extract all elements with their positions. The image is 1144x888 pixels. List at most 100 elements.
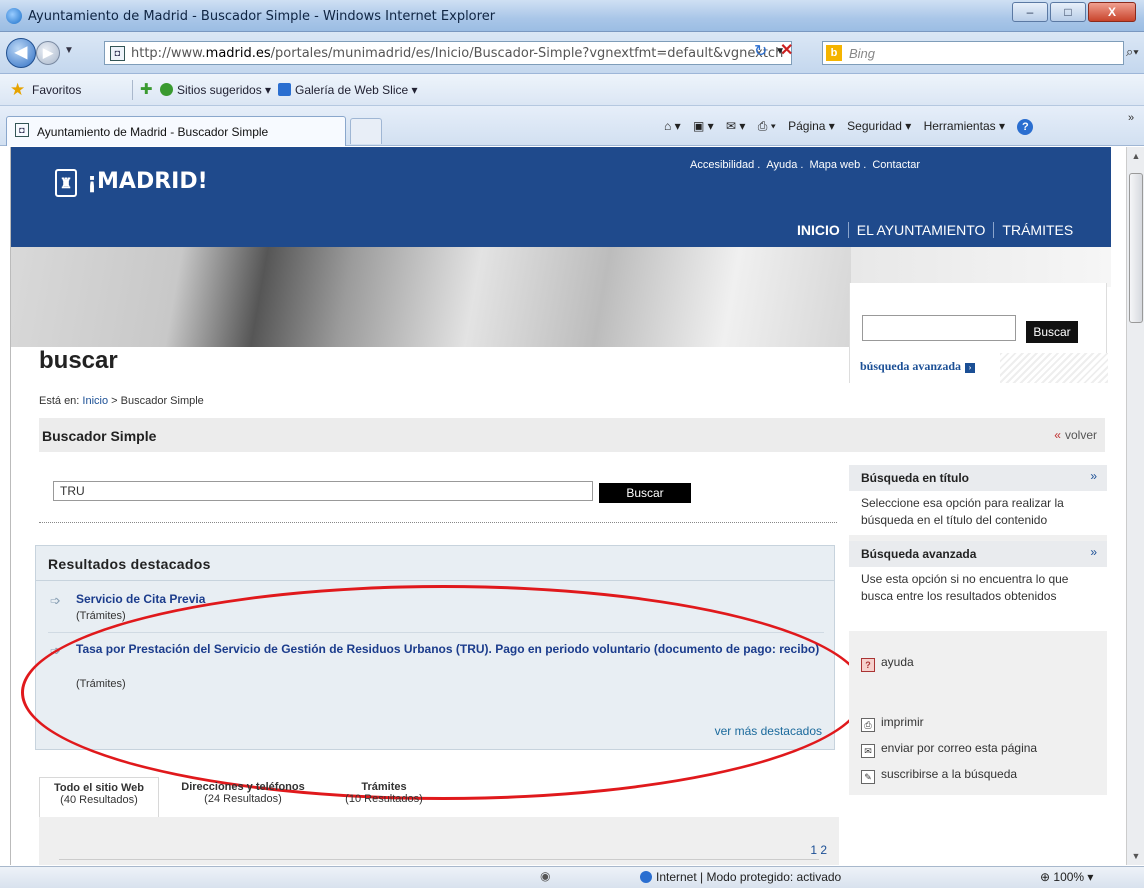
help-link[interactable]: ? ayuda [861,655,914,672]
tab-label: Ayuntamiento de Madrid - Buscador Simple [37,125,269,139]
advanced-search-option[interactable]: Búsqueda avanzada » Use esta opción si n… [849,541,1107,631]
results-panel: 1 2 [39,817,839,865]
favorites-star-icon[interactable]: ★ [10,80,25,100]
more-commands-icon[interactable]: » [1128,112,1134,124]
stop-icon[interactable]: ✕ [780,40,793,60]
breadcrumb: Está en: Inicio > Buscador Simple [39,395,204,407]
close-button[interactable]: X [1088,2,1136,22]
link-mapa-web[interactable]: Mapa web [809,159,860,171]
back-link[interactable]: «volver [1054,428,1097,442]
web-slice-gallery-button[interactable]: Galería de Web Slice ▾ [278,83,418,97]
section-title: Buscador Simple [42,428,157,444]
address-bar: ◀ ▶ ▼ ◘ http://www.madrid.es/portales/mu… [0,32,1144,74]
bing-icon: b [826,45,842,61]
forward-button[interactable]: ▶ [36,41,60,65]
page-viewport: ♜ ¡MADRID! Accesibilidad. Ayuda. Mapa we… [10,147,1124,865]
security-menu[interactable]: Seguridad ▾ [847,119,911,133]
nav-ayuntamiento[interactable]: EL AYUNTAMIENTO [848,222,995,238]
subscribe-link[interactable]: ✎ suscribirse a la búsqueda [861,767,1017,784]
double-chevron-right-icon: » [1090,469,1097,483]
featured-results-title: Resultados destacados [48,556,211,572]
mail-button[interactable]: ✉ ▾ [726,119,745,133]
header-banner-image-right [851,247,1111,287]
url-input[interactable]: ◘ http://www.madrid.es/portales/munimadr… [104,41,792,65]
tab-direcciones[interactable]: Direcciones y teléfonos (24 Resultados) [163,777,323,819]
feeds-button[interactable]: ▣ ▾ [693,119,714,133]
zoom-level[interactable]: ⊕ 100% ▾ [1040,870,1093,884]
print-link[interactable]: ⎙ imprimir [861,715,924,732]
privacy-eye-icon[interactable]: ◉ [540,869,550,883]
sidebar: Búsqueda en título » Seleccione esa opci… [849,465,1107,795]
arrow-box-icon: › [965,363,976,373]
header-banner-image [11,247,851,347]
tools-menu[interactable]: Herramientas ▾ [924,119,1005,133]
back-button[interactable]: ◀ [6,38,36,68]
title-search-option[interactable]: Búsqueda en título » Seleccione esa opci… [849,465,1107,535]
print-button[interactable]: ⎙ ▾ [758,119,776,133]
web-search-placeholder: Bing [849,46,876,61]
tab-favicon-icon: ◘ [15,123,29,137]
maximize-button[interactable]: □ [1050,2,1086,22]
arrow-right-icon: ➩ [50,593,61,608]
header-search-button[interactable]: Buscar [1026,321,1078,343]
tab-bar: ◘ Ayuntamiento de Madrid - Buscador Simp… [0,106,1144,146]
link-contactar[interactable]: Contactar [872,159,920,171]
advanced-search-link[interactable]: búsqueda avanzada › [860,359,976,374]
suggested-sites-button[interactable]: Sitios sugeridos ▾ [160,83,271,97]
window-title: Ayuntamiento de Madrid - Buscador Simple… [28,9,496,24]
scroll-down-icon[interactable]: ▼ [1127,847,1144,865]
tab-todo-sitio[interactable]: Todo el sitio Web (40 Resultados) [39,777,159,819]
pagination[interactable]: 1 2 [810,843,827,857]
link-ayuda[interactable]: Ayuda [766,159,797,171]
nav-tramites[interactable]: TRÁMITES [994,222,1081,238]
section-header: Buscador Simple «volver [39,418,1105,452]
email-link[interactable]: ✉ enviar por correo esta página [861,741,1037,758]
red-ellipse-annotation [21,585,866,800]
site-header: ♜ ¡MADRID! Accesibilidad. Ayuda. Mapa we… [11,147,1111,247]
globe-icon [640,871,652,883]
scroll-thumb[interactable] [1129,173,1143,323]
page-menu[interactable]: Página ▾ [788,119,835,133]
search-input[interactable]: TRU [53,481,593,501]
site-favicon-icon: ◘ [110,46,125,61]
nav-inicio[interactable]: INICIO [789,222,849,238]
tab-madrid-search[interactable]: ◘ Ayuntamiento de Madrid - Buscador Simp… [6,116,346,146]
search-button[interactable]: Buscar [599,483,691,503]
scroll-up-icon[interactable]: ▲ [1127,147,1144,165]
panel-hatch-decoration [1000,353,1108,383]
tools-block: ⎙ imprimir ✉ enviar por correo esta página… [849,703,1107,795]
main-nav: INICIO EL AYUNTAMIENTO TRÁMITES [789,222,1081,238]
search-icon[interactable]: ⌕▾ [1126,44,1139,60]
minimize-button[interactable]: – [1012,2,1048,22]
printer-icon: ⎙ [861,718,875,732]
search-form: TRU Buscar [39,465,837,523]
vertical-scrollbar[interactable]: ▲ ▼ [1126,147,1144,865]
url-text: http://www.madrid.es/portales/munimadrid… [131,46,784,61]
new-tab-button[interactable] [350,118,382,144]
page-title: buscar [39,347,118,374]
double-chevron-right-icon: » [1090,545,1097,559]
header-search-input[interactable] [862,315,1016,341]
refresh-icon[interactable]: ↻ [754,41,767,61]
favorites-bar: ★ Favoritos ✚ Sitios sugeridos ▾ Galería… [0,74,1144,106]
security-zone: Internet | Modo protegido: activado [640,870,841,884]
header-search-panel: Buscar búsqueda avanzada › [849,283,1108,383]
email-icon: ✉ [861,744,875,758]
help-icon[interactable]: ? [1017,119,1034,135]
status-bar: ◉ Internet | Modo protegido: activado ⊕ … [0,866,1144,888]
suggested-sites-icon [160,83,173,96]
favorites-button[interactable]: Favoritos [32,83,81,97]
subscribe-icon: ✎ [861,770,875,784]
result-link[interactable]: Servicio de Cita Previa [76,592,205,607]
madrid-shield-icon: ♜ [55,169,77,197]
help-block: ? ayuda [849,635,1107,699]
breadcrumb-home-link[interactable]: Inicio [82,395,108,407]
add-favorite-icon[interactable]: ✚ [140,80,153,98]
home-button[interactable]: ⌂ ▾ [664,119,681,133]
double-chevron-left-icon: « [1054,428,1061,442]
history-dropdown-icon[interactable]: ▼ [64,45,74,56]
web-search-input[interactable]: b Bing [822,41,1124,65]
tab-tramites[interactable]: Trámites (10 Resultados) [329,777,439,819]
top-links: Accesibilidad. Ayuda. Mapa web. Contacta… [690,159,921,171]
link-accesibilidad[interactable]: Accesibilidad [690,159,754,171]
